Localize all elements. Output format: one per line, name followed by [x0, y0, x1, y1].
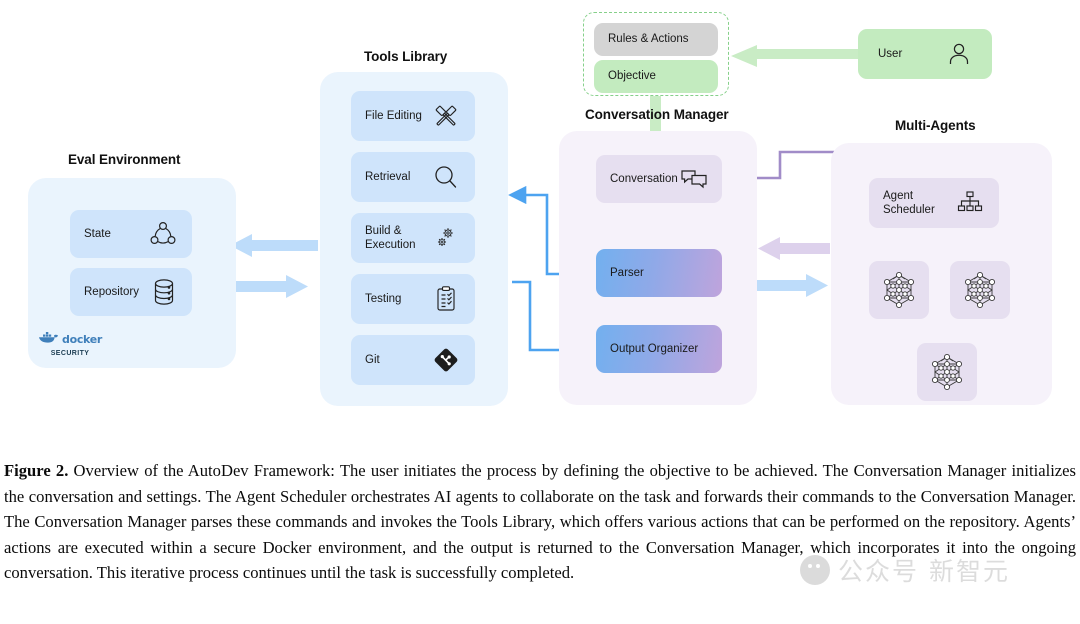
card-rules-actions-label: Rules & Actions: [608, 33, 689, 46]
database-icon: [150, 277, 178, 307]
gears-icon: [431, 223, 461, 253]
card-build-execution[interactable]: Build & Execution: [351, 213, 475, 263]
figure-diagram: Eval Environment State Repository docker…: [0, 0, 1080, 452]
neural-network-icon: [925, 350, 969, 394]
card-agent-scheduler[interactable]: Agent Scheduler: [869, 178, 999, 228]
arrow-tools-to-eval: [230, 234, 318, 257]
card-output-organizer-label: Output Organizer: [610, 342, 699, 355]
git-icon: [431, 345, 461, 375]
card-git[interactable]: Git: [351, 335, 475, 385]
card-user-label: User: [878, 47, 903, 60]
card-objective-label: Objective: [608, 70, 656, 83]
card-user[interactable]: User: [858, 29, 992, 79]
clipboard-checklist-icon: [431, 284, 461, 314]
docker-wordmark: docker: [62, 333, 103, 346]
card-agent-3[interactable]: [917, 343, 977, 401]
card-git-label: Git: [365, 353, 380, 366]
card-output-organizer[interactable]: Output Organizer: [596, 325, 722, 373]
card-parser[interactable]: Parser: [596, 249, 722, 297]
figure-caption-label: Figure 2.: [4, 461, 69, 480]
card-agent-2[interactable]: [950, 261, 1010, 319]
user-person-icon: [946, 41, 972, 67]
card-agent-scheduler-label: Agent Scheduler: [883, 189, 935, 216]
card-build-execution-label: Build & Execution: [365, 224, 416, 251]
neural-network-icon: [877, 268, 921, 312]
card-objective[interactable]: Objective: [594, 60, 718, 93]
card-retrieval[interactable]: Retrieval: [351, 152, 475, 202]
hammer-tools-icon: [431, 101, 461, 131]
card-conversation-label: Conversation: [610, 172, 678, 185]
card-conversation[interactable]: Conversation: [596, 155, 722, 203]
docker-security-badge: docker SECURITY: [38, 330, 102, 357]
title-conversation-manager: Conversation Manager: [585, 107, 729, 122]
title-eval-environment: Eval Environment: [68, 152, 181, 167]
neural-network-icon: [958, 268, 1002, 312]
card-repository[interactable]: Repository: [70, 268, 192, 316]
card-testing-label: Testing: [365, 292, 402, 305]
figure-caption: Figure 2. Overview of the AutoDev Framew…: [4, 458, 1076, 586]
chat-bubbles-icon: [680, 167, 708, 191]
card-file-editing[interactable]: File Editing: [351, 91, 475, 141]
arrow-user-to-objective: [731, 45, 858, 67]
title-tools-library: Tools Library: [364, 49, 448, 64]
magnifier-icon: [431, 162, 461, 192]
arrow-cm-to-agents: [752, 274, 828, 297]
card-agent-1[interactable]: [869, 261, 929, 319]
arrow-agents-to-cm: [758, 237, 830, 260]
card-repository-label: Repository: [84, 285, 139, 298]
hierarchy-icon: [955, 190, 985, 216]
card-state-label: State: [84, 227, 111, 240]
card-state[interactable]: State: [70, 210, 192, 258]
docker-security-label: SECURITY: [50, 350, 90, 357]
card-retrieval-label: Retrieval: [365, 170, 411, 183]
card-file-editing-label: File Editing: [365, 109, 422, 122]
card-parser-label: Parser: [610, 266, 644, 279]
title-multi-agents: Multi-Agents: [895, 118, 976, 133]
figure-caption-text: Overview of the AutoDev Framework: The u…: [4, 461, 1076, 582]
card-rules-actions[interactable]: Rules & Actions: [594, 23, 718, 56]
card-testing[interactable]: Testing: [351, 274, 475, 324]
docker-whale-icon: [38, 330, 60, 349]
state-graph-icon: [148, 219, 178, 249]
